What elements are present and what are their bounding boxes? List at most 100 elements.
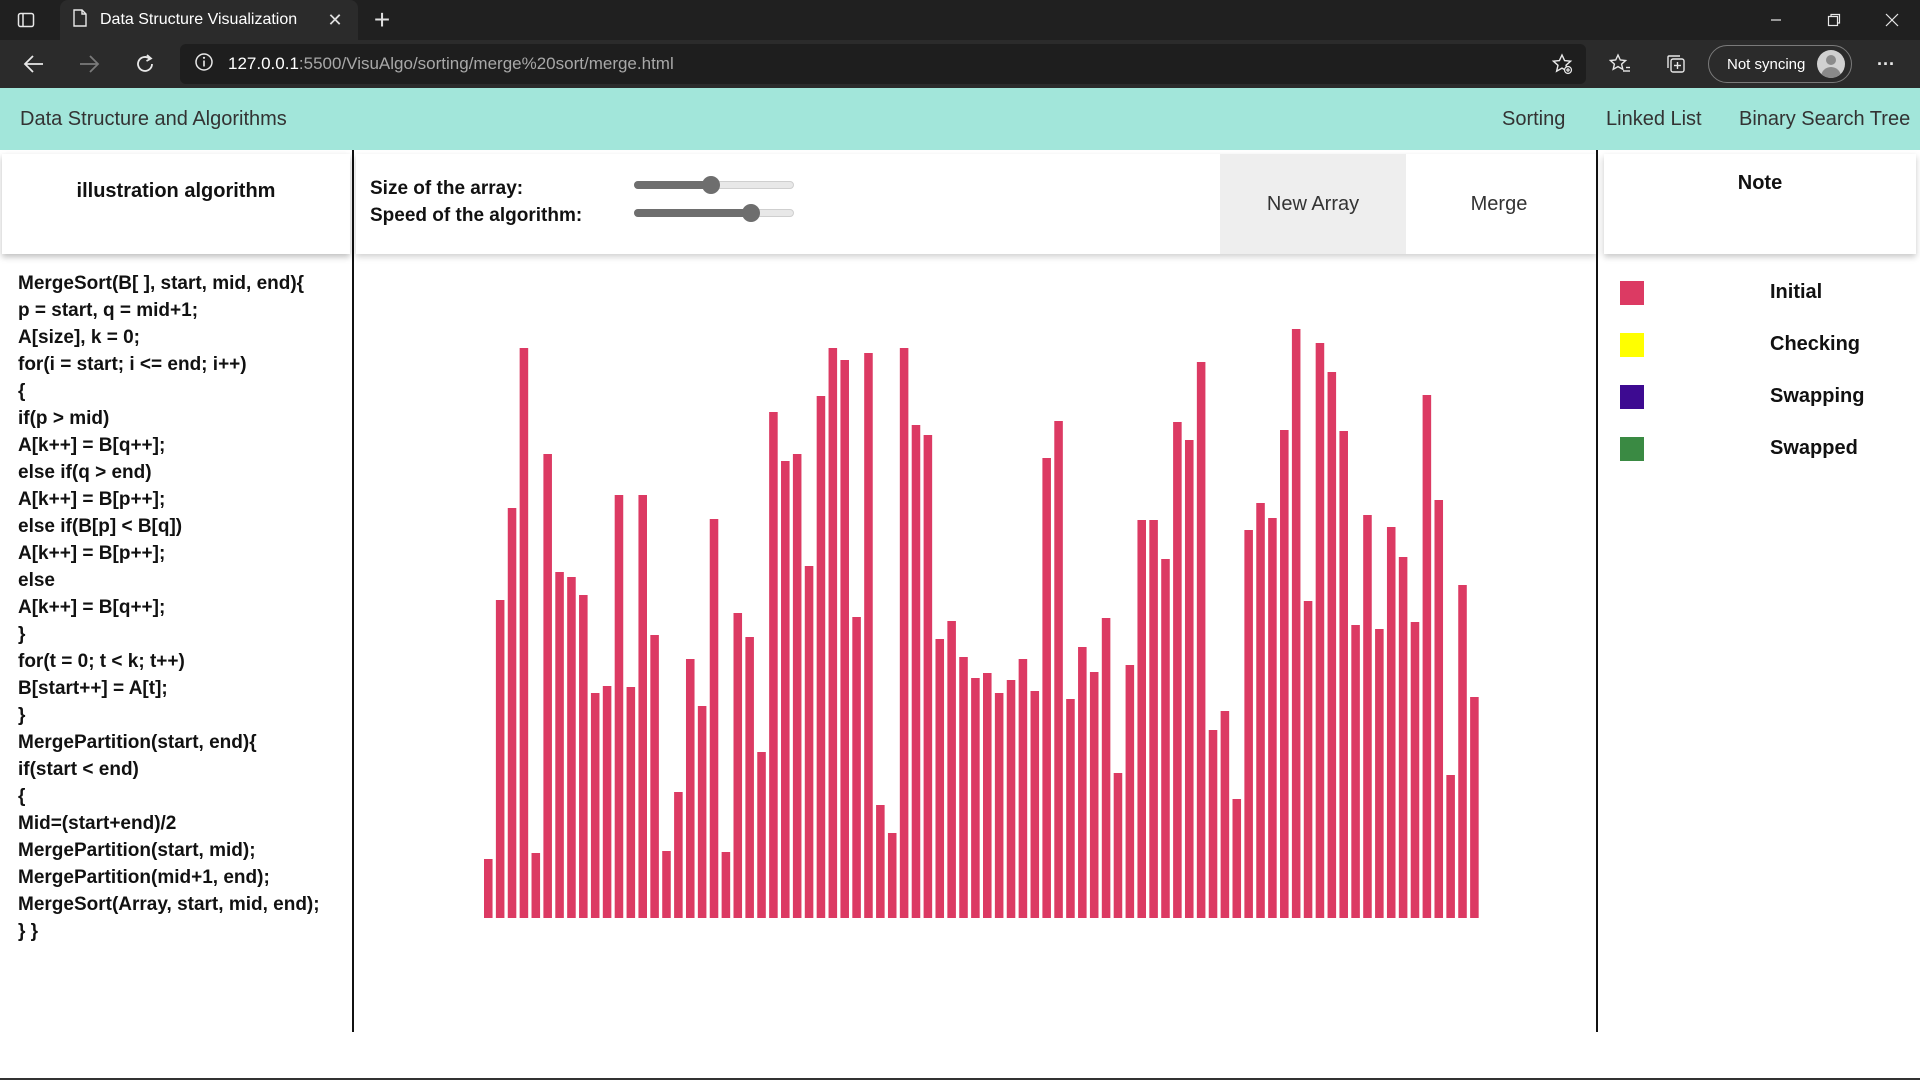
algorithm-panel: illustration algorithm MergeSort(B[ ], s… [0, 150, 354, 1032]
merge-button[interactable]: Merge [1406, 154, 1592, 254]
array-bar [638, 495, 647, 918]
array-bar [1113, 773, 1123, 918]
url-path: :5500/VisuAlgo/sorting/merge%20sort/merg… [298, 54, 674, 73]
size-slider[interactable] [634, 176, 794, 194]
array-bar [899, 348, 909, 918]
array-bar [1137, 520, 1146, 918]
array-bar [983, 673, 992, 918]
array-bar [852, 617, 861, 918]
algorithm-code: MergeSort(B[ ], start, mid, end){ p = st… [18, 273, 320, 942]
legend-swatch-swapped [1620, 437, 1644, 461]
array-bar [1149, 520, 1158, 918]
array-bar [804, 566, 814, 918]
add-favorite-icon[interactable] [1546, 48, 1578, 80]
array-bar [1398, 557, 1408, 918]
legend-item-swapping: Swapping [1620, 383, 1910, 413]
address-bar[interactable]: 127.0.0.1:5500/VisuAlgo/sorting/merge%20… [180, 44, 1586, 84]
page-icon [72, 8, 88, 32]
array-bar [1196, 362, 1206, 918]
array-bar [769, 412, 778, 918]
more-options-icon[interactable]: ··· [1870, 48, 1902, 80]
array-bar [1470, 697, 1479, 918]
speed-slider[interactable] [634, 204, 794, 222]
site-info-icon[interactable] [194, 52, 214, 77]
array-bar [685, 659, 695, 918]
nav-link-linked-list[interactable]: Linked List [1606, 88, 1702, 150]
legend-item-swapped: Swapped [1620, 435, 1910, 465]
nav-link-binary-search-tree[interactable]: Binary Search Tree [1739, 88, 1910, 150]
array-bar [495, 600, 505, 918]
array-bar [709, 519, 719, 918]
array-bar [1125, 665, 1135, 918]
browser-titlebar: Data Structure Visualization ✕ + [0, 0, 1920, 40]
forward-icon[interactable] [73, 48, 105, 80]
browser-toolbar: 127.0.0.1:5500/VisuAlgo/sorting/merge%20… [0, 40, 1920, 88]
array-bar [971, 678, 980, 918]
array-bar [1078, 647, 1087, 918]
favorites-icon[interactable] [1604, 48, 1636, 80]
array-bar [1303, 601, 1313, 918]
array-bar [1161, 559, 1170, 918]
sync-button[interactable]: Not syncing [1708, 45, 1852, 83]
array-bar [1173, 422, 1182, 918]
array-bar [911, 425, 921, 918]
array-bar [1327, 372, 1337, 918]
visualization-area [356, 254, 1596, 1032]
array-bar [1220, 711, 1230, 918]
array-bar [697, 706, 707, 918]
array-bar [1375, 629, 1384, 918]
array-bar [1458, 585, 1467, 918]
array-bar [1066, 699, 1075, 918]
note-panel-header: Note [1604, 154, 1916, 254]
array-bar [650, 635, 659, 918]
back-icon[interactable] [18, 48, 50, 80]
speed-slider-thumb[interactable] [741, 204, 760, 222]
tab-actions-icon[interactable] [14, 8, 38, 32]
close-tab-icon[interactable]: ✕ [324, 9, 346, 31]
legend-item-initial: Initial [1620, 279, 1910, 309]
restore-icon[interactable] [1806, 0, 1862, 40]
array-bar [1101, 618, 1111, 918]
legend-item-checking: Checking [1620, 331, 1910, 361]
array-bar [935, 639, 945, 918]
array-bar [1208, 730, 1218, 918]
legend-label-swapped: Swapped [1770, 437, 1858, 459]
browser-tab[interactable]: Data Structure Visualization ✕ [60, 0, 358, 40]
array-bar [1089, 672, 1099, 918]
array-bar [1232, 799, 1242, 918]
array-bar [1410, 622, 1420, 918]
collections-icon[interactable] [1660, 48, 1692, 80]
array-bar [567, 577, 576, 918]
array-bar [1280, 430, 1289, 918]
legend-label-initial: Initial [1770, 281, 1823, 303]
algorithm-panel-title: illustration algorithm [76, 180, 276, 202]
new-array-button[interactable]: New Array [1220, 154, 1406, 254]
array-bar [1446, 775, 1455, 918]
array-bar [745, 637, 754, 918]
refresh-icon[interactable] [129, 48, 161, 80]
controls-bar: Size of the array: Speed of the algorith… [356, 154, 1596, 254]
array-bar [840, 360, 849, 918]
array-bar [733, 613, 743, 918]
array-bar [1386, 527, 1396, 918]
tab-title: Data Structure Visualization [100, 11, 298, 28]
array-bar [602, 686, 612, 918]
legend-label-swapping: Swapping [1770, 385, 1865, 407]
close-window-icon[interactable] [1864, 0, 1920, 40]
new-tab-icon[interactable]: + [368, 4, 396, 35]
site-brand[interactable]: Data Structure and Algorithms [20, 88, 287, 150]
nav-link-sorting[interactable]: Sorting [1502, 88, 1565, 150]
speed-label: Speed of the algorithm: [370, 205, 583, 226]
array-bar [923, 435, 933, 918]
array-bar [626, 687, 636, 918]
array-bar [1006, 680, 1016, 918]
array-bar [887, 833, 897, 918]
array-bar [721, 852, 731, 918]
legend-swatch-checking [1620, 333, 1644, 357]
array-bar [792, 454, 802, 918]
minimize-icon[interactable] [1748, 0, 1804, 40]
profile-avatar-icon [1817, 50, 1845, 78]
array-bar [1018, 659, 1028, 918]
size-slider-thumb[interactable] [701, 176, 720, 194]
array-bar [507, 508, 517, 918]
